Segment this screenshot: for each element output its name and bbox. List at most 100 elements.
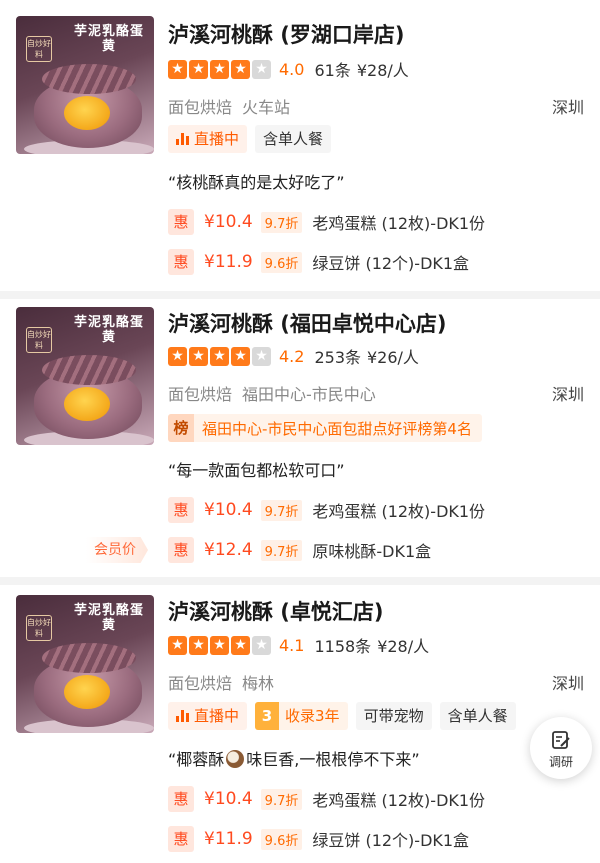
star-icon: ★ xyxy=(189,346,208,366)
pastry-image xyxy=(24,639,154,733)
deal-discount: 9.6折 xyxy=(260,828,303,850)
live-icon xyxy=(176,710,189,722)
review-quote[interactable]: “核桃酥真的是太好吃了” xyxy=(168,169,345,193)
tag-row: 直播中 3 收录3年 可带宠物 含单人餐 xyxy=(168,702,516,730)
ranking-text: 福田中心-市民中心面包甜点好评榜第4名 xyxy=(202,419,472,438)
listing-card[interactable]: 芋泥乳酪蛋黄 自炒好料 泸溪河桃酥 (福田卓悦中心店) ★ ★ ★ ★ ★ 4.2 25… xyxy=(0,299,600,577)
deal-discount: 9.7折 xyxy=(260,788,303,810)
pastry-image xyxy=(24,60,154,154)
deal-name: 老鸡蛋糕 (12枚)-DK1份 xyxy=(312,791,486,810)
deal-name: 绿豆饼 (12个)-DK1盒 xyxy=(312,831,470,850)
shop-thumbnail[interactable]: 芋泥乳酪蛋黄 自炒好料 xyxy=(16,307,154,445)
deal-badge: 惠 xyxy=(168,249,194,275)
tag: 可带宠物 xyxy=(355,702,432,730)
deal-item[interactable]: 惠 ¥10.4 9.7折 老鸡蛋糕 (12枚)-DK1份 xyxy=(168,786,485,812)
review-count: 253条 xyxy=(314,348,361,367)
rating-row: ★ ★ ★ ★ ★ 4.2 253条 ¥26/人 xyxy=(168,346,425,367)
star-icon: ★ xyxy=(168,346,187,366)
deal-price: ¥10.4 xyxy=(204,212,253,232)
live-tag[interactable]: 直播中 xyxy=(168,125,248,153)
star-icon: ★ xyxy=(210,635,229,655)
deal-badge: 惠 xyxy=(168,209,194,235)
deal-badge: 惠 xyxy=(168,786,194,812)
star-empty-icon: ★ xyxy=(252,346,271,366)
deal-price: ¥11.9 xyxy=(204,252,253,272)
deal-discount: 9.6折 xyxy=(260,251,303,273)
star-icon: ★ xyxy=(210,59,229,79)
live-tag[interactable]: 直播中 xyxy=(168,702,248,730)
listing-card[interactable]: 芋泥乳酪蛋黄 自炒好料 泸溪河桃酥 (罗湖口岸店) ★ ★ ★ ★ ★ 4.0 61条 … xyxy=(0,0,600,291)
card-divider xyxy=(0,291,600,299)
thumbnail-banner-text: 芋泥乳酪蛋黄 xyxy=(73,603,144,633)
area: 火车站 xyxy=(242,98,291,117)
thumbnail-badge: 自炒好料 xyxy=(26,327,52,353)
card-divider xyxy=(0,577,600,585)
avg-price: ¥28/人 xyxy=(377,637,430,656)
deal-item[interactable]: 惠 ¥12.4 9.7折 原味桃酥-DK1盒 xyxy=(168,537,431,563)
shop-title[interactable]: 泸溪河桃酥 (罗湖口岸店) xyxy=(168,19,405,49)
star-rating: ★ ★ ★ ★ ★ xyxy=(168,59,271,79)
rating-score: 4.2 xyxy=(279,346,305,366)
member-price-label: 会员价 xyxy=(86,537,148,563)
thumbnail-badge: 自炒好料 xyxy=(26,615,52,641)
tag-row: 直播中 含单人餐 xyxy=(168,125,332,153)
star-icon: ★ xyxy=(168,635,187,655)
star-empty-icon: ★ xyxy=(252,635,271,655)
avg-price: ¥28/人 xyxy=(356,61,409,80)
review-count: 1158条 xyxy=(314,637,372,656)
survey-button[interactable]: 调研 xyxy=(530,717,592,779)
category-row: 面包烘焙 梅林 xyxy=(168,670,274,694)
tag: 含单人餐 xyxy=(439,702,516,730)
thumbnail-banner-text: 芋泥乳酪蛋黄 xyxy=(73,315,144,345)
live-icon xyxy=(176,133,189,145)
years-number: 3 xyxy=(255,702,280,730)
area: 福田中心-市民中心 xyxy=(242,385,376,404)
star-icon: ★ xyxy=(189,59,208,79)
coconut-icon xyxy=(226,750,245,768)
star-rating: ★ ★ ★ ★ ★ xyxy=(168,635,271,655)
edit-note-icon xyxy=(552,731,570,749)
category-row: 面包烘焙 火车站 xyxy=(168,94,290,118)
deal-name: 原味桃酥-DK1盒 xyxy=(312,542,432,561)
city: 深圳 xyxy=(551,98,584,117)
thumbnail-badge: 自炒好料 xyxy=(26,36,52,62)
deal-item[interactable]: 惠 ¥11.9 9.6折 绿豆饼 (12个)-DK1盒 xyxy=(168,249,469,275)
star-icon: ★ xyxy=(231,59,250,79)
deal-badge: 惠 xyxy=(168,497,194,523)
thumbnail-banner-text: 芋泥乳酪蛋黄 xyxy=(73,24,144,54)
deal-item[interactable]: 惠 ¥11.9 9.6折 绿豆饼 (12个)-DK1盒 xyxy=(168,826,469,852)
listed-years-tag: 3 收录3年 xyxy=(255,702,348,730)
category: 面包烘焙 xyxy=(168,385,233,404)
star-icon: ★ xyxy=(231,635,250,655)
city: 深圳 xyxy=(551,385,584,404)
star-icon: ★ xyxy=(168,59,187,79)
deal-name: 老鸡蛋糕 (12枚)-DK1份 xyxy=(312,502,486,521)
star-rating: ★ ★ ★ ★ ★ xyxy=(168,346,271,366)
city: 深圳 xyxy=(551,674,584,693)
review-count: 61条 xyxy=(314,61,351,80)
review-quote[interactable]: “椰蓉酥 味巨香,一根根停不下来” xyxy=(168,746,420,770)
deal-discount: 9.7折 xyxy=(260,211,303,233)
review-quote[interactable]: “每一款面包都松软可口” xyxy=(168,457,345,481)
star-icon: ★ xyxy=(231,346,250,366)
deal-price: ¥11.9 xyxy=(204,829,253,849)
survey-label: 调研 xyxy=(548,755,573,769)
deal-name: 绿豆饼 (12个)-DK1盒 xyxy=(312,254,470,273)
shop-thumbnail[interactable]: 芋泥乳酪蛋黄 自炒好料 xyxy=(16,16,154,154)
shop-title[interactable]: 泸溪河桃酥 (卓悦汇店) xyxy=(168,596,384,626)
shop-thumbnail[interactable]: 芋泥乳酪蛋黄 自炒好料 xyxy=(16,595,154,733)
deal-item[interactable]: 惠 ¥10.4 9.7折 老鸡蛋糕 (12枚)-DK1份 xyxy=(168,497,485,523)
rating-score: 4.0 xyxy=(279,59,305,79)
listing-card[interactable]: 芋泥乳酪蛋黄 自炒好料 泸溪河桃酥 (卓悦汇店) ★ ★ ★ ★ ★ 4.1 1158条… xyxy=(0,585,600,863)
category: 面包烘焙 xyxy=(168,674,233,693)
deal-name: 老鸡蛋糕 (12枚)-DK1份 xyxy=(312,214,486,233)
avg-price: ¥26/人 xyxy=(367,348,419,367)
deal-item[interactable]: 惠 ¥10.4 9.7折 老鸡蛋糕 (12枚)-DK1份 xyxy=(168,209,485,235)
star-empty-icon: ★ xyxy=(252,59,271,79)
pastry-image xyxy=(24,351,154,445)
ranking-badge[interactable]: 榜 福田中心-市民中心面包甜点好评榜第4名 xyxy=(168,414,482,442)
deal-discount: 9.7折 xyxy=(260,499,303,521)
shop-title[interactable]: 泸溪河桃酥 (福田卓悦中心店) xyxy=(168,308,447,338)
category-row: 面包烘焙 福田中心-市民中心 xyxy=(168,381,376,405)
tag: 含单人餐 xyxy=(255,125,332,153)
